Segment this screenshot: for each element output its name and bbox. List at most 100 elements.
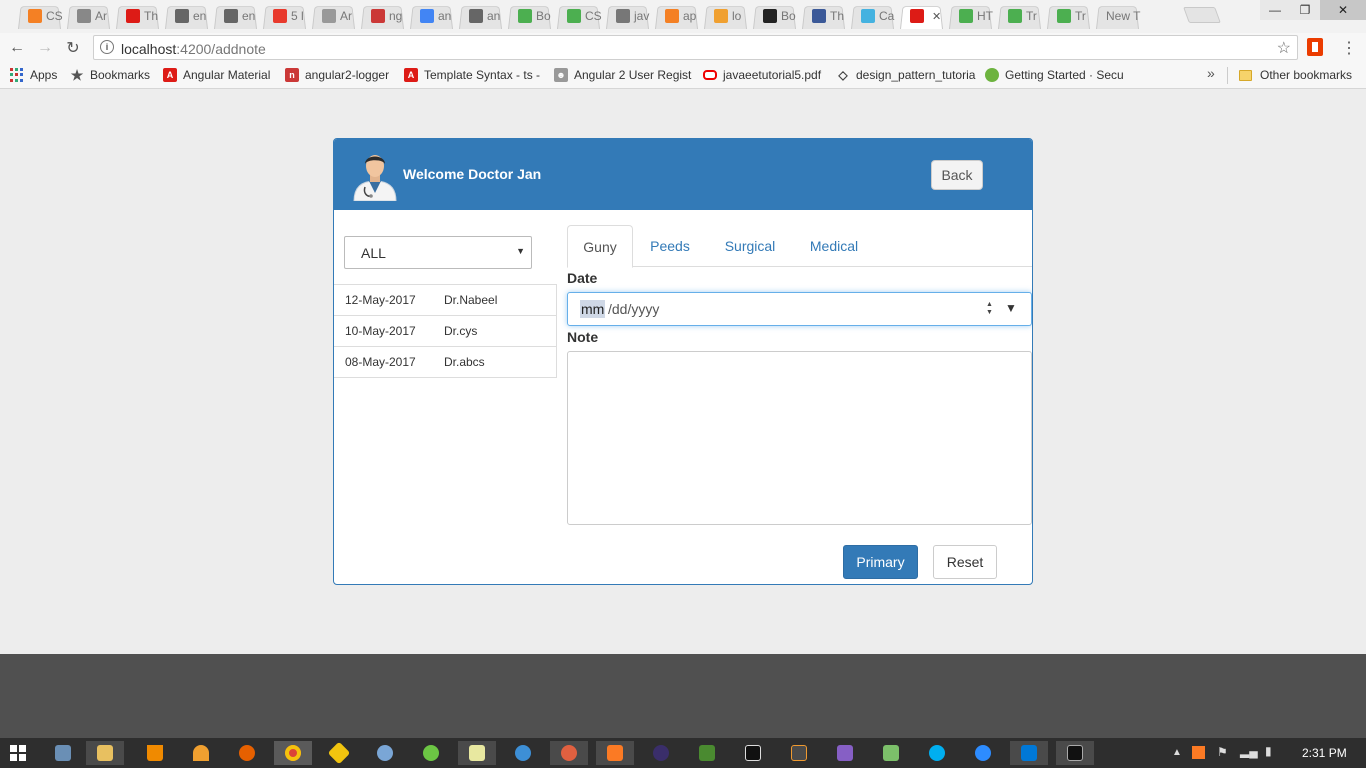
date-input[interactable]: mm /dd/yyyy ▲ ▼ ▼ [567,292,1032,326]
bookmark-getting-started[interactable]: Getting Started · Secu [985,68,1124,82]
sublime-icon[interactable] [780,741,818,765]
bookmark-other[interactable]: Other bookmarks [1239,68,1352,82]
reset-button[interactable]: Reset [933,545,997,579]
browser-tab[interactable]: ✕ [896,3,947,29]
browser-tab[interactable]: Bo [749,3,800,29]
primary-button[interactable]: Primary [843,545,918,579]
file-explorer-icon[interactable] [86,741,124,765]
tab-close-icon[interactable]: ✕ [932,10,941,23]
browser-tab[interactable]: an [406,3,457,29]
taskbar-app-icon[interactable] [872,741,910,765]
visual-studio-icon[interactable] [826,741,864,765]
xampp-icon[interactable] [596,741,634,765]
list-item[interactable]: 10-May-2017 Dr.cys [334,315,557,347]
list-item[interactable]: 08-May-2017 Dr.abcs [334,346,557,378]
bookmark-angular2-user-regist[interactable]: ☻ Angular 2 User Regist [554,68,691,82]
intellij-icon[interactable] [734,741,772,765]
firefox-icon[interactable] [228,741,266,765]
browser-tab[interactable]: ap [651,3,702,29]
restore-icon[interactable]: ❐ [1290,0,1320,20]
browser-tab[interactable]: en [161,3,212,29]
browser-tab[interactable]: jav [602,3,653,29]
git-icon[interactable] [320,741,358,765]
browser-tab[interactable]: lo [700,3,751,29]
browser-tab[interactable]: Ca [847,3,898,29]
tab-title: HT [977,9,993,23]
taskbar-app-icon[interactable] [182,741,220,765]
browser-tab[interactable]: en [210,3,261,29]
tray-expand-icon[interactable]: ▲ [1172,747,1182,758]
window-close-icon[interactable]: ✕ [1320,0,1366,20]
taskbar-app-icon[interactable] [366,741,404,765]
taskbar-app-icon[interactable] [550,741,588,765]
browser-tab[interactable]: Ar [308,3,359,29]
date-month-segment[interactable]: mm [580,300,606,318]
bookmark-angular2-logger[interactable]: n angular2-logger [285,68,389,82]
bookmark-angular-material[interactable]: A Angular Material [163,68,270,82]
bookmark-star-icon[interactable]: ☆ [1277,38,1291,58]
eclipse-icon[interactable] [642,741,680,765]
note-doctor: Dr.cys [444,324,478,338]
xampp-tray-icon[interactable] [1192,746,1205,759]
taskbar-app-icon[interactable] [504,741,542,765]
bookmark-label: Apps [30,68,58,82]
bookmark-template-syntax[interactable]: A Template Syntax - ts - [404,68,540,82]
browser-tab[interactable]: Tr [1043,3,1094,29]
calendar-dropdown-icon[interactable]: ▼ [1005,301,1017,315]
tab-peeds[interactable]: Peeds [639,225,701,267]
tab-surgical[interactable]: Surgical [712,225,788,267]
bookmark-apps[interactable]: Apps [10,68,57,82]
bookmark-javaeetutorial[interactable]: javaeetutorial5.pdf [703,68,821,82]
back-arrow-icon[interactable]: ← [6,37,28,59]
battery-icon[interactable]: ▮ [1265,744,1272,758]
taskbar-app-icon[interactable] [964,741,1002,765]
browser-tab[interactable]: 5 l [259,3,310,29]
list-item[interactable]: 12-May-2017 Dr.Nabeel [334,284,557,316]
browser-tab[interactable]: Bo [504,3,555,29]
windows-start-icon[interactable] [10,745,26,761]
date-spinner-icon[interactable]: ▲ ▼ [986,301,993,317]
notepad-icon[interactable] [458,741,496,765]
date-rest-segment[interactable]: /dd/yyyy [608,301,659,317]
chevron-down-icon: ▼ [516,246,525,256]
vlc-icon[interactable] [136,741,174,765]
new-tab-button[interactable] [1183,7,1221,23]
bookmarks-overflow-icon[interactable]: » [1207,65,1215,81]
tab-guny[interactable]: Guny [567,225,633,268]
browser-tab[interactable]: an [455,3,506,29]
bookmark-design-pattern[interactable]: ◇ design_pattern_tutoria [836,68,975,82]
back-button[interactable]: Back [931,160,983,190]
browser-tab[interactable]: CS [14,3,65,29]
doctor-filter-select[interactable]: ALL ▼ [344,236,532,269]
taskbar-app-icon[interactable] [44,741,82,765]
browser-tab[interactable]: Tr [994,3,1045,29]
chrome-icon[interactable] [274,741,312,765]
browser-tab[interactable]: Th [112,3,163,29]
forward-arrow-icon[interactable]: → [34,37,56,59]
browser-tab[interactable]: New T [1092,3,1143,29]
office-extension-icon[interactable] [1307,38,1323,56]
tab-medical[interactable]: Medical [797,225,871,267]
dreamweaver-icon[interactable] [688,741,726,765]
bookmark-bookmarks[interactable]: ★ Bookmarks [70,67,150,83]
browser-menu-icon[interactable]: ⋮ [1341,38,1357,58]
url-text[interactable]: localhost:4200/addnote [121,41,266,57]
taskbar-app-icon[interactable] [412,741,450,765]
bookmark-label: Angular Material [183,68,271,82]
reload-icon[interactable]: ↻ [62,37,84,59]
browser-tab[interactable]: HT [945,3,996,29]
note-textarea[interactable] [567,351,1032,525]
minimize-icon[interactable]: — [1260,0,1290,20]
browser-tab[interactable]: CS [553,3,604,29]
browser-tab[interactable]: Ar [63,3,114,29]
browser-tab[interactable]: Th [798,3,849,29]
command-prompt-icon[interactable] [1056,741,1094,765]
vscode-icon[interactable] [1010,741,1048,765]
skype-icon[interactable] [918,741,956,765]
address-bar[interactable]: i localhost:4200/addnote ☆ [93,35,1298,60]
taskbar-clock[interactable]: 2:31 PM [1302,746,1347,760]
browser-tab[interactable]: ng [357,3,408,29]
action-center-icon[interactable]: ⚑ [1217,745,1228,759]
network-icon[interactable]: ▂▄ [1240,744,1258,758]
info-icon[interactable]: i [100,40,114,54]
